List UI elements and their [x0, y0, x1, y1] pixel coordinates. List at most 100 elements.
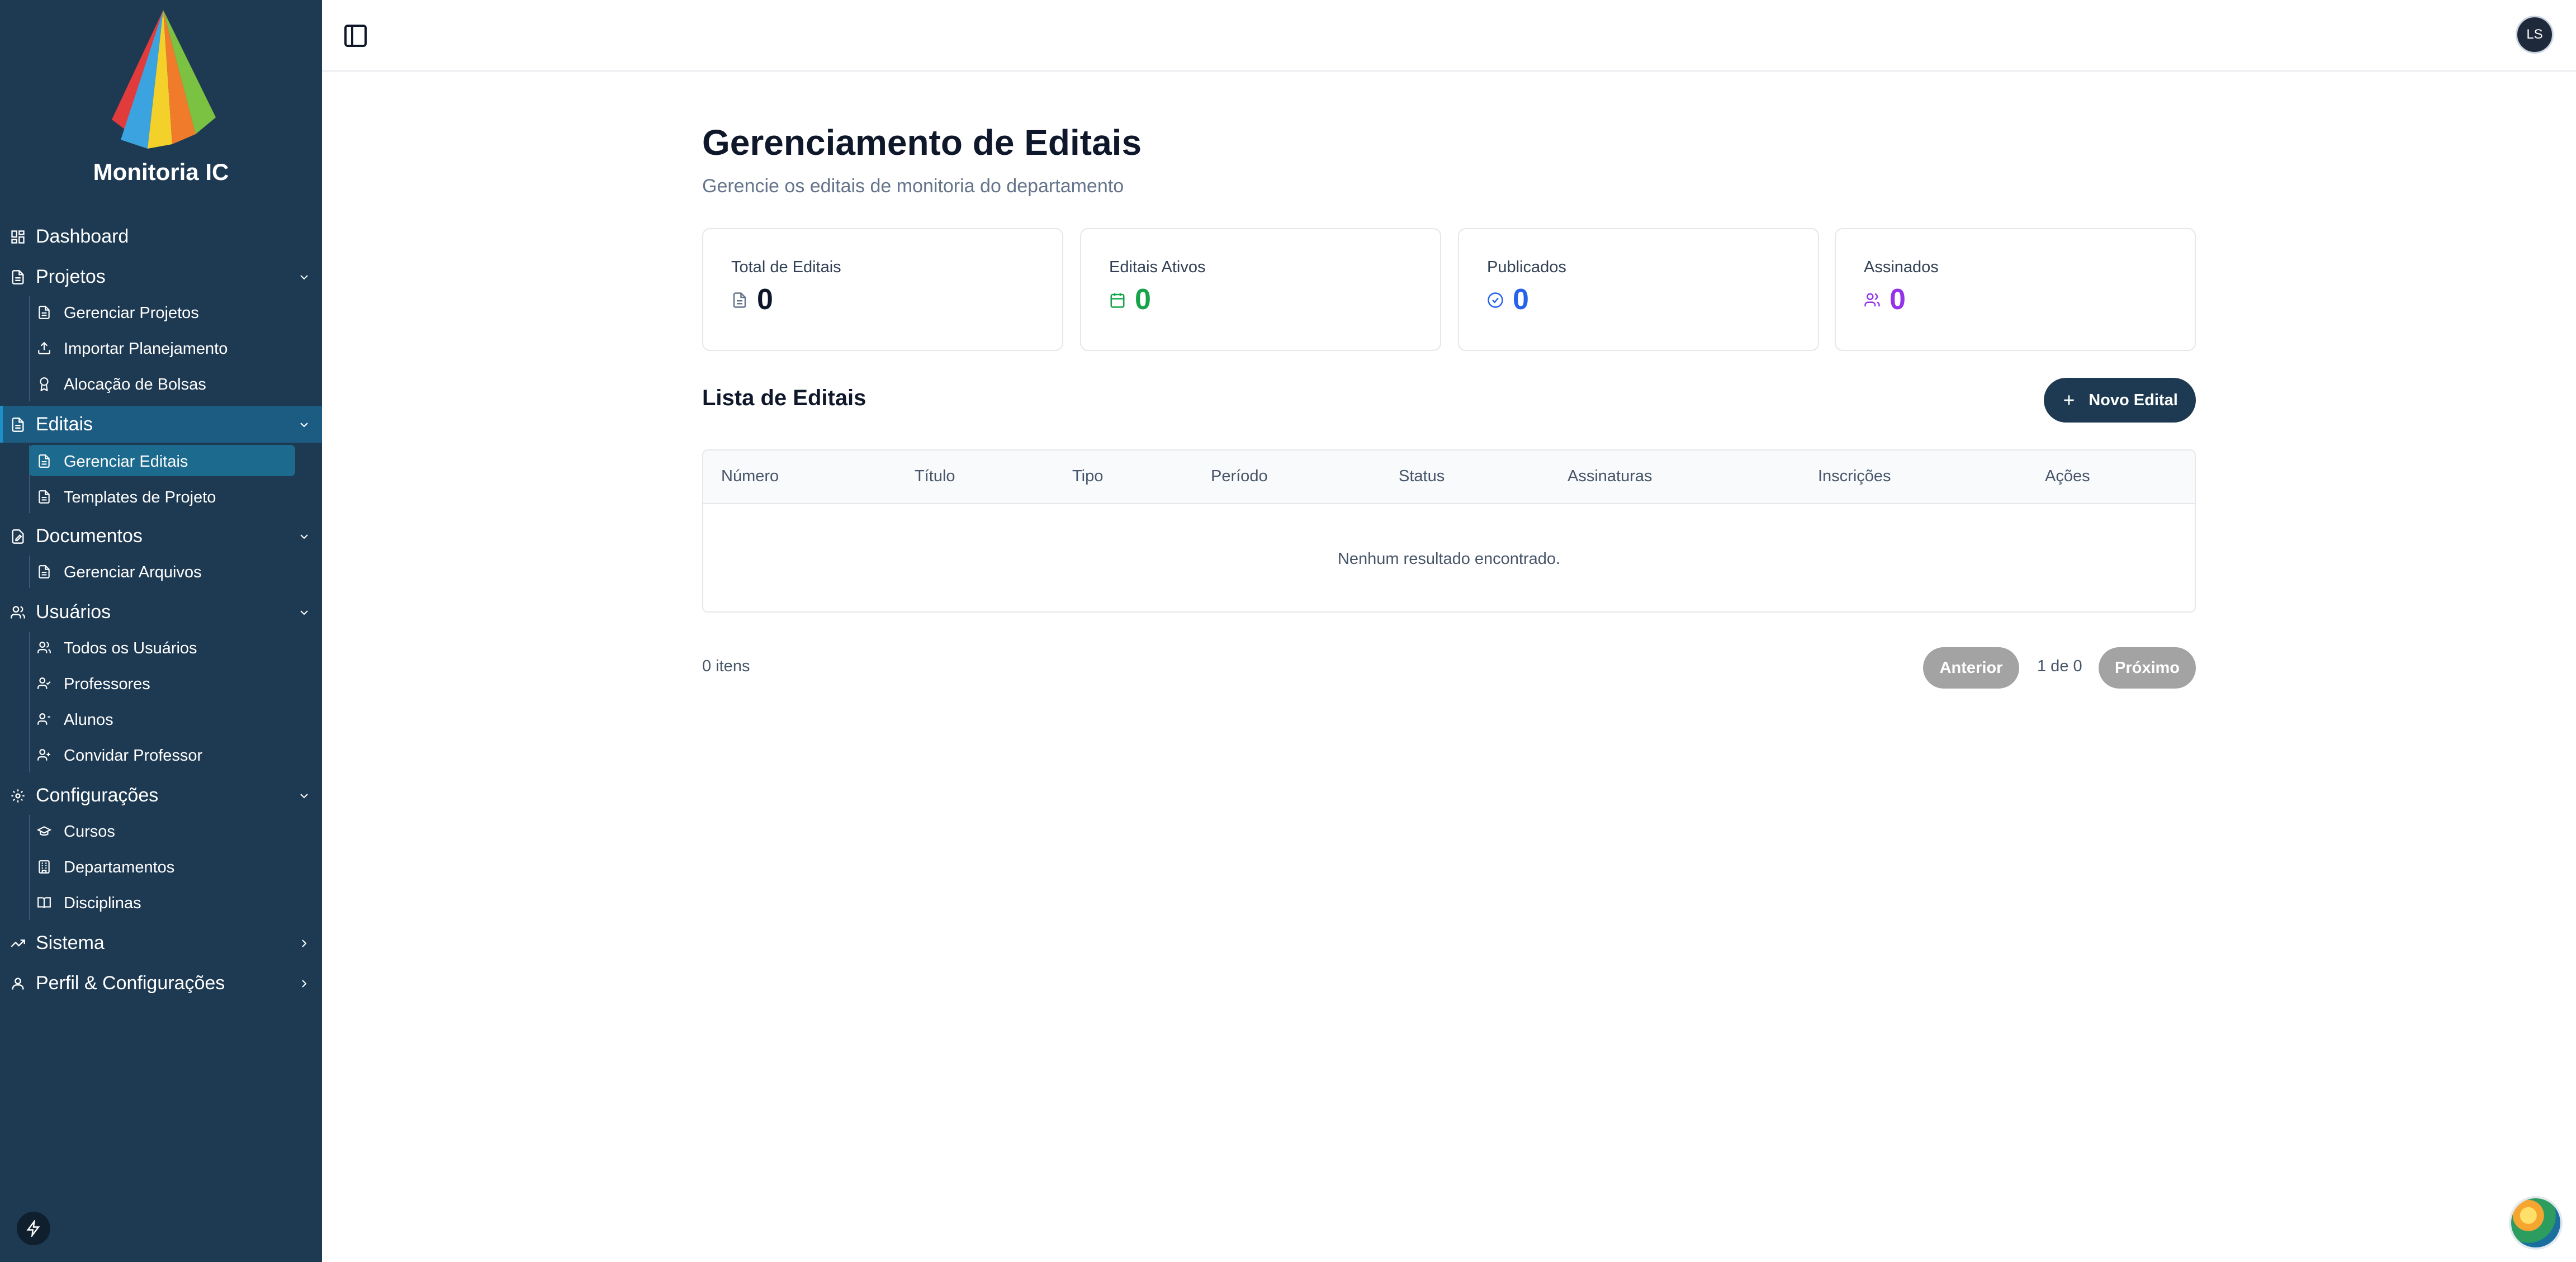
graduation-cap-icon	[37, 826, 51, 836]
column-header-acoes: Ações	[2045, 467, 2090, 485]
user-plus-icon	[37, 749, 50, 761]
user-icon	[12, 978, 24, 990]
nav-editais-label: Editais	[36, 414, 93, 435]
bolt-icon	[26, 1220, 40, 1237]
list-title: Lista de Editais	[702, 386, 866, 410]
file-icon	[12, 417, 24, 432]
nav-todos-usuarios[interactable]: Todos os Usuários	[29, 632, 295, 663]
nav-alocacao-bolsas[interactable]: Alocação de Bolsas	[29, 368, 295, 399]
page-subtitle: Gerencie os editais de monitoria do depa…	[702, 175, 1124, 197]
column-header-titulo[interactable]: Título	[915, 467, 955, 486]
file-icon	[39, 490, 50, 504]
nav-alunos[interactable]: Alunos	[29, 703, 295, 734]
stat-value: 0	[1890, 283, 1906, 316]
chevron-down-icon	[300, 275, 308, 280]
nav-projetos[interactable]: Projetos	[0, 258, 322, 295]
chevron-down-icon	[300, 794, 308, 799]
column-header-periodo[interactable]: Período	[1211, 467, 1268, 486]
top-bar: LS	[322, 0, 2576, 72]
nav-importar-planejamento[interactable]: Importar Planejamento	[29, 332, 295, 363]
file-icon	[39, 565, 50, 578]
file-edit-icon	[12, 529, 24, 544]
avatar[interactable]: LS	[2516, 16, 2554, 54]
nav-sistema-label: Sistema	[36, 932, 105, 953]
nav-editais[interactable]: Editais	[0, 406, 322, 443]
items-count: 0 itens	[702, 657, 750, 675]
nav-sub-label: Alocação de Bolsas	[64, 376, 206, 393]
nav-sub-label: Convidar Professor	[64, 747, 203, 765]
users-icon	[1864, 293, 1880, 307]
nav-sub-label: Gerenciar Arquivos	[64, 563, 202, 581]
floating-assistant-button[interactable]	[2509, 1196, 2563, 1250]
empty-state-message: Nenhum resultado encontrado.	[1337, 549, 1561, 568]
nav-configuracoes-label: Configurações	[36, 785, 159, 806]
novo-edital-label: Novo Edital	[2089, 391, 2178, 409]
nav-documentos-label: Documentos	[36, 525, 143, 547]
stat-card-publicados: Publicados 0	[1458, 228, 1819, 351]
user-check-icon	[37, 677, 51, 689]
app-logo	[112, 10, 216, 149]
nav-gerenciar-arquivos[interactable]: Gerenciar Arquivos	[29, 556, 295, 587]
column-header-tipo[interactable]: Tipo	[1072, 467, 1103, 486]
previous-page-button[interactable]: Anterior	[1923, 647, 2019, 689]
nav-sub-label: Departamentos	[64, 858, 175, 876]
check-circle-icon	[1488, 292, 1503, 308]
nav-departamentos[interactable]: Departamentos	[29, 851, 295, 882]
nav-cursos[interactable]: Cursos	[29, 815, 295, 846]
chevron-down-icon	[300, 610, 308, 615]
users-icon	[11, 606, 25, 619]
plus-icon	[2064, 395, 2074, 405]
nav-sub-label: Gerenciar Editais	[64, 453, 188, 471]
stat-label: Assinados	[1864, 258, 1939, 276]
chevron-down-icon	[300, 423, 308, 428]
chevron-right-icon	[302, 940, 307, 947]
stat-value: 0	[1513, 283, 1529, 316]
nav-professores[interactable]: Professores	[29, 667, 295, 699]
editais-table: Número Título Tipo Período Status Assina…	[702, 449, 2196, 613]
award-icon	[40, 377, 49, 391]
nav-sub-label: Cursos	[64, 823, 115, 841]
nav-perfil-label: Perfil & Configurações	[36, 972, 225, 994]
nav-sub-label: Disciplinas	[64, 894, 141, 912]
nav-sub-label: Todos os Usuários	[64, 639, 197, 657]
nav-projetos-label: Projetos	[36, 266, 106, 287]
nav-sistema[interactable]: Sistema	[0, 924, 322, 961]
building-icon	[39, 860, 50, 874]
nav-dashboard[interactable]: Dashboard	[0, 218, 322, 255]
nav-sub-label: Templates de Projeto	[64, 488, 216, 506]
nav-sub-label: Gerenciar Projetos	[64, 304, 199, 322]
calendar-icon	[1110, 293, 1125, 308]
nav-perfil[interactable]: Perfil & Configurações	[0, 965, 322, 1002]
chevron-down-icon	[300, 534, 308, 539]
nav-usuarios[interactable]: Usuários	[0, 594, 322, 630]
nav-gerenciar-editais[interactable]: Gerenciar Editais	[29, 445, 295, 476]
column-header-status[interactable]: Status	[1399, 467, 1445, 486]
stat-label: Total de Editais	[731, 258, 841, 276]
column-header-assinaturas[interactable]: Assinaturas	[1568, 467, 1652, 486]
gear-icon	[11, 789, 25, 803]
nav-templates-projeto[interactable]: Templates de Projeto	[29, 481, 295, 512]
nav-disciplinas[interactable]: Disciplinas	[29, 886, 295, 918]
nav-convidar-professor[interactable]: Convidar Professor	[29, 739, 295, 770]
column-header-inscricoes[interactable]: Inscrições	[1818, 467, 1891, 486]
stat-card-assinados: Assinados 0	[1835, 228, 2196, 351]
nav-usuarios-label: Usuários	[36, 601, 111, 623]
nav-documentos[interactable]: Documentos	[0, 518, 322, 554]
dev-tools-button[interactable]	[17, 1212, 50, 1245]
file-icon	[39, 306, 50, 319]
sidebar-toggle-icon[interactable]	[342, 22, 369, 49]
user-icon	[37, 713, 50, 725]
column-header-numero[interactable]: Número	[721, 467, 779, 486]
next-page-button[interactable]: Próximo	[2099, 647, 2196, 689]
table-header: Número Título Tipo Período Status Assina…	[703, 450, 2195, 504]
stat-card-total: Total de Editais 0	[702, 228, 1063, 351]
users-icon	[37, 642, 51, 653]
nav-configuracoes[interactable]: Configurações	[0, 777, 322, 814]
upload-icon	[38, 341, 50, 354]
novo-edital-button[interactable]: Novo Edital	[2044, 378, 2196, 423]
chevron-right-icon	[302, 980, 307, 988]
nav-gerenciar-projetos[interactable]: Gerenciar Projetos	[29, 296, 295, 328]
stat-card-ativos: Editais Ativos 0	[1080, 228, 1441, 351]
nav-dashboard-label: Dashboard	[36, 226, 129, 247]
stat-value: 0	[757, 283, 773, 316]
